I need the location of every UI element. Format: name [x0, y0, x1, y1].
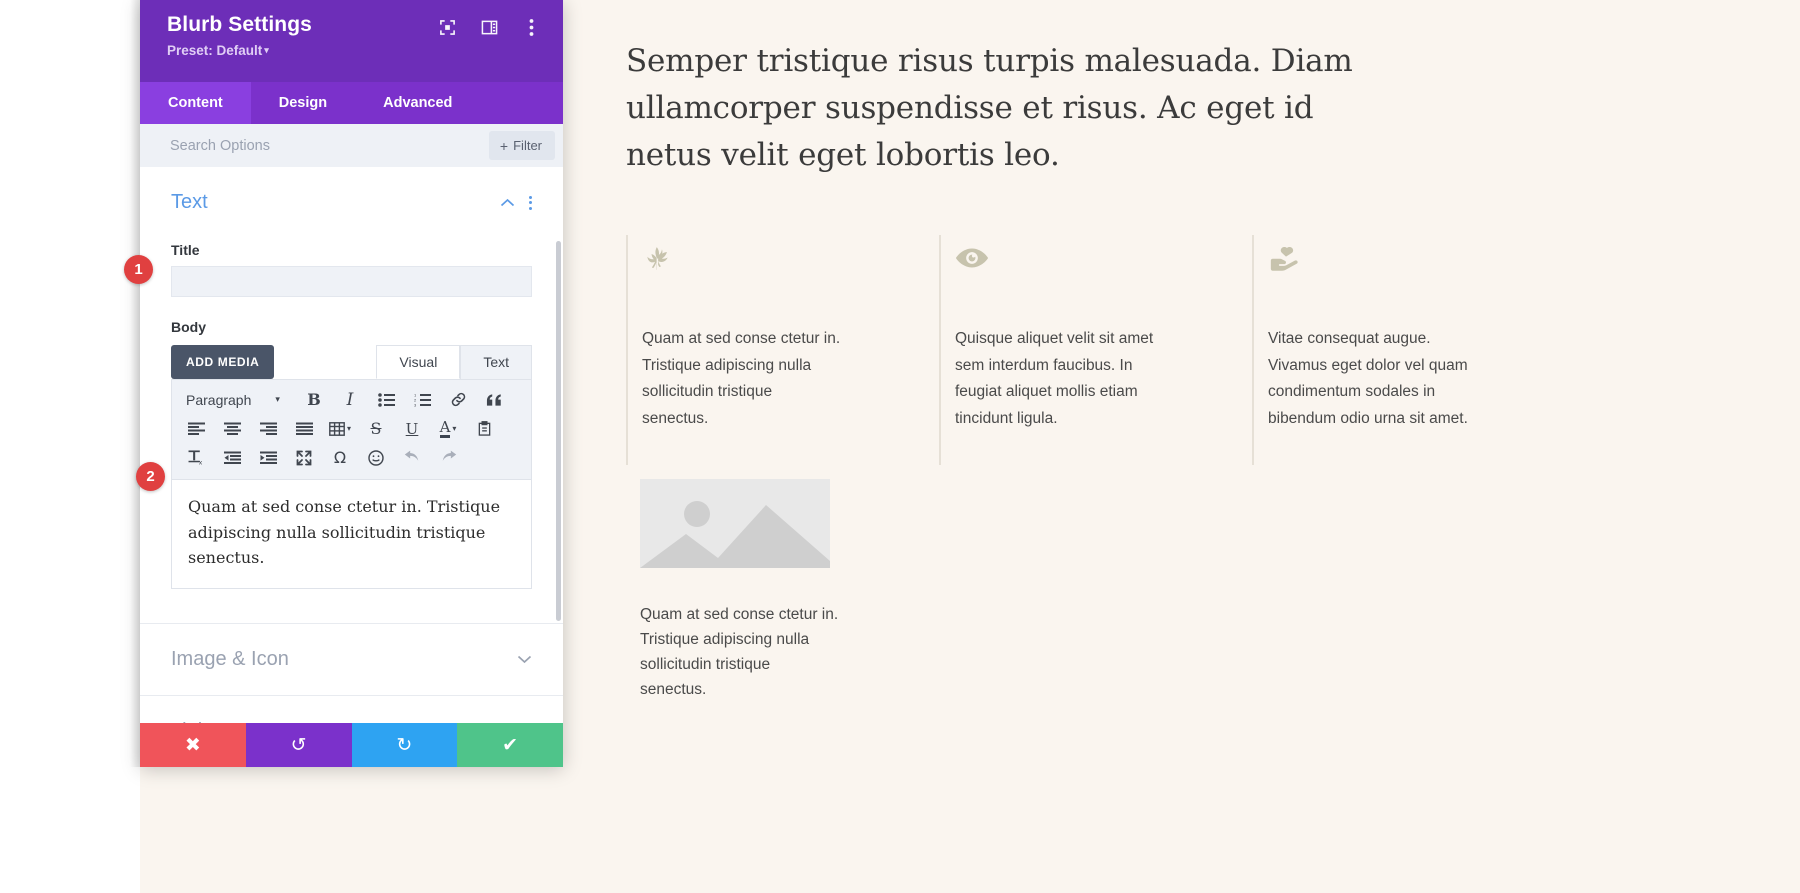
bulleted-list-icon[interactable] — [368, 386, 404, 414]
section-image-icon-title: Image & Icon — [171, 648, 289, 670]
redo-icon[interactable] — [430, 444, 466, 472]
undo-icon[interactable] — [394, 444, 430, 472]
toolbar-row-2: ▾ S U A ▾ — [178, 414, 525, 443]
preview-content: Semper tristique risus turpis malesuada.… — [626, 0, 1800, 893]
image-caption: Quam at sed conse ctetur in. Tristique a… — [640, 606, 839, 698]
tab-visual[interactable]: Visual — [376, 345, 461, 379]
modal-tabs: Content Design Advanced — [140, 82, 563, 124]
chevron-up-icon[interactable] — [500, 198, 515, 208]
outdent-icon[interactable] — [214, 444, 250, 472]
modal-body: Text Title Body ADD MEDIA Visual Text Pa… — [140, 167, 563, 767]
section-text-actions — [500, 195, 532, 210]
options-scroll-area: Text Title Body ADD MEDIA Visual Text Pa… — [140, 167, 563, 767]
blurb-column-2[interactable]: Quisque aliquet velit sit amet sem inter… — [939, 235, 1205, 465]
modal-action-bar: ✖ ↺ ↻ ✔ — [140, 723, 563, 767]
redo-button[interactable]: ↻ — [351, 723, 458, 767]
add-media-button[interactable]: ADD MEDIA — [171, 345, 275, 379]
plus-icon: + — [499, 137, 509, 154]
fullscreen-icon[interactable] — [286, 444, 322, 472]
special-character-icon[interactable]: Ω — [322, 444, 358, 472]
section-kebab-icon[interactable] — [529, 195, 532, 210]
page-headline: Semper tristique risus turpis malesuada.… — [626, 43, 1353, 173]
paragraph-format-select[interactable]: Paragraph ▾ — [178, 386, 296, 414]
preset-label: Preset: Default — [167, 43, 263, 58]
undo-button[interactable]: ↺ — [245, 723, 352, 767]
table-icon[interactable]: ▾ — [322, 415, 358, 443]
left-blank-strip — [0, 0, 140, 893]
body-editor-content[interactable]: Quam at sed conse ctetur in. Tristique a… — [172, 480, 531, 588]
indent-icon[interactable] — [250, 444, 286, 472]
hand-heart-icon — [1268, 235, 1518, 281]
emoji-icon[interactable] — [358, 444, 394, 472]
underline-icon[interactable]: U — [394, 415, 430, 443]
strikethrough-icon[interactable]: S — [358, 415, 394, 443]
body-field-label: Body — [171, 319, 206, 335]
chevron-down-icon: ▾ — [346, 424, 351, 433]
clear-formatting-icon[interactable]: x — [178, 444, 214, 472]
blurb-columns: Quam at sed conse ctetur in. Tristique a… — [626, 235, 1800, 465]
search-bar: + Filter — [140, 124, 563, 167]
modal-header: Blurb Settings Preset: Default ▾ — [140, 0, 563, 82]
text-color-icon[interactable]: A ▾ — [430, 415, 466, 443]
blurb-column-1[interactable]: Quam at sed conse ctetur in. Tristique a… — [626, 235, 892, 465]
align-justify-icon[interactable] — [286, 415, 322, 443]
toolbar-row-1: Paragraph ▾ B I 1 2 3 — [178, 385, 525, 414]
svg-text:3: 3 — [414, 402, 417, 406]
image-placeholder-icon — [640, 479, 830, 568]
tab-content[interactable]: Content — [140, 82, 251, 124]
eye-icon — [955, 235, 1205, 281]
toolbar-row-3: x Ω — [178, 443, 525, 472]
section-text-header[interactable]: Text — [171, 167, 532, 220]
editor-mode-tabs: Visual Text — [376, 345, 532, 379]
blurb-settings-modal: Blurb Settings Preset: Default ▾ Content… — [140, 0, 563, 767]
align-left-icon[interactable] — [178, 415, 214, 443]
leaf-icon — [642, 235, 892, 281]
callout-badge-2: 2 — [136, 462, 165, 491]
callout-badge-1: 1 — [124, 255, 153, 284]
editor-toolbar: Paragraph ▾ B I 1 2 3 ▾ S U A ▾ x Ω — [172, 380, 531, 480]
section-text: Text Title Body ADD MEDIA Visual Text Pa… — [140, 167, 563, 589]
blurb-text-2: Quisque aliquet velit sit amet sem inter… — [955, 330, 1154, 427]
blurb-text-3: Vitae consequat augue. Vivamus eget dolo… — [1268, 330, 1468, 427]
paste-as-text-icon[interactable] — [466, 415, 502, 443]
layout-panel-icon[interactable] — [479, 17, 499, 37]
align-center-icon[interactable] — [214, 415, 250, 443]
modal-header-actions — [437, 17, 541, 37]
filter-button[interactable]: + Filter — [488, 131, 555, 160]
paragraph-format-value: Paragraph — [186, 391, 252, 408]
vertical-scrollbar[interactable] — [556, 241, 561, 621]
chevron-down-icon: ▾ — [264, 45, 269, 55]
tab-design[interactable]: Design — [251, 82, 355, 124]
kebab-menu-icon[interactable] — [521, 17, 541, 37]
section-image-icon-header[interactable]: Image & Icon — [140, 623, 563, 695]
blurb-text-1: Quam at sed conse ctetur in. Tristique a… — [642, 330, 841, 427]
screen-root: Semper tristique risus turpis malesuada.… — [0, 0, 1800, 893]
title-field-label: Title — [171, 242, 200, 258]
tab-text[interactable]: Text — [460, 345, 532, 379]
wysiwyg-editor: Paragraph ▾ B I 1 2 3 ▾ S U A ▾ x Ω Quam… — [171, 379, 532, 589]
italic-icon[interactable]: I — [332, 386, 368, 414]
focus-icon[interactable] — [437, 17, 457, 37]
numbered-list-icon[interactable]: 1 2 3 — [404, 386, 440, 414]
filter-button-label: Filter — [513, 138, 542, 153]
svg-text:x: x — [198, 460, 202, 465]
blurb-column-3[interactable]: Vitae consequat augue. Vivamus eget dolo… — [1252, 235, 1518, 465]
editor-top-bar: ADD MEDIA Visual Text — [171, 345, 532, 379]
chevron-down-icon[interactable] — [517, 651, 532, 669]
preset-selector[interactable]: Preset: Default ▾ — [167, 43, 545, 58]
tab-advanced[interactable]: Advanced — [355, 82, 480, 124]
save-button[interactable]: ✔ — [457, 723, 563, 767]
link-icon[interactable] — [440, 386, 476, 414]
section-text-title: Text — [171, 191, 208, 213]
align-right-icon[interactable] — [250, 415, 286, 443]
title-input[interactable] — [171, 266, 532, 297]
cancel-button[interactable]: ✖ — [140, 723, 246, 767]
blockquote-icon[interactable] — [476, 386, 512, 414]
search-input[interactable] — [170, 137, 489, 154]
chevron-down-icon: ▾ — [275, 394, 280, 404]
bold-icon[interactable]: B — [296, 386, 332, 414]
chevron-down-icon: ▾ — [452, 424, 457, 433]
modal-left-shadow — [130, 0, 140, 767]
